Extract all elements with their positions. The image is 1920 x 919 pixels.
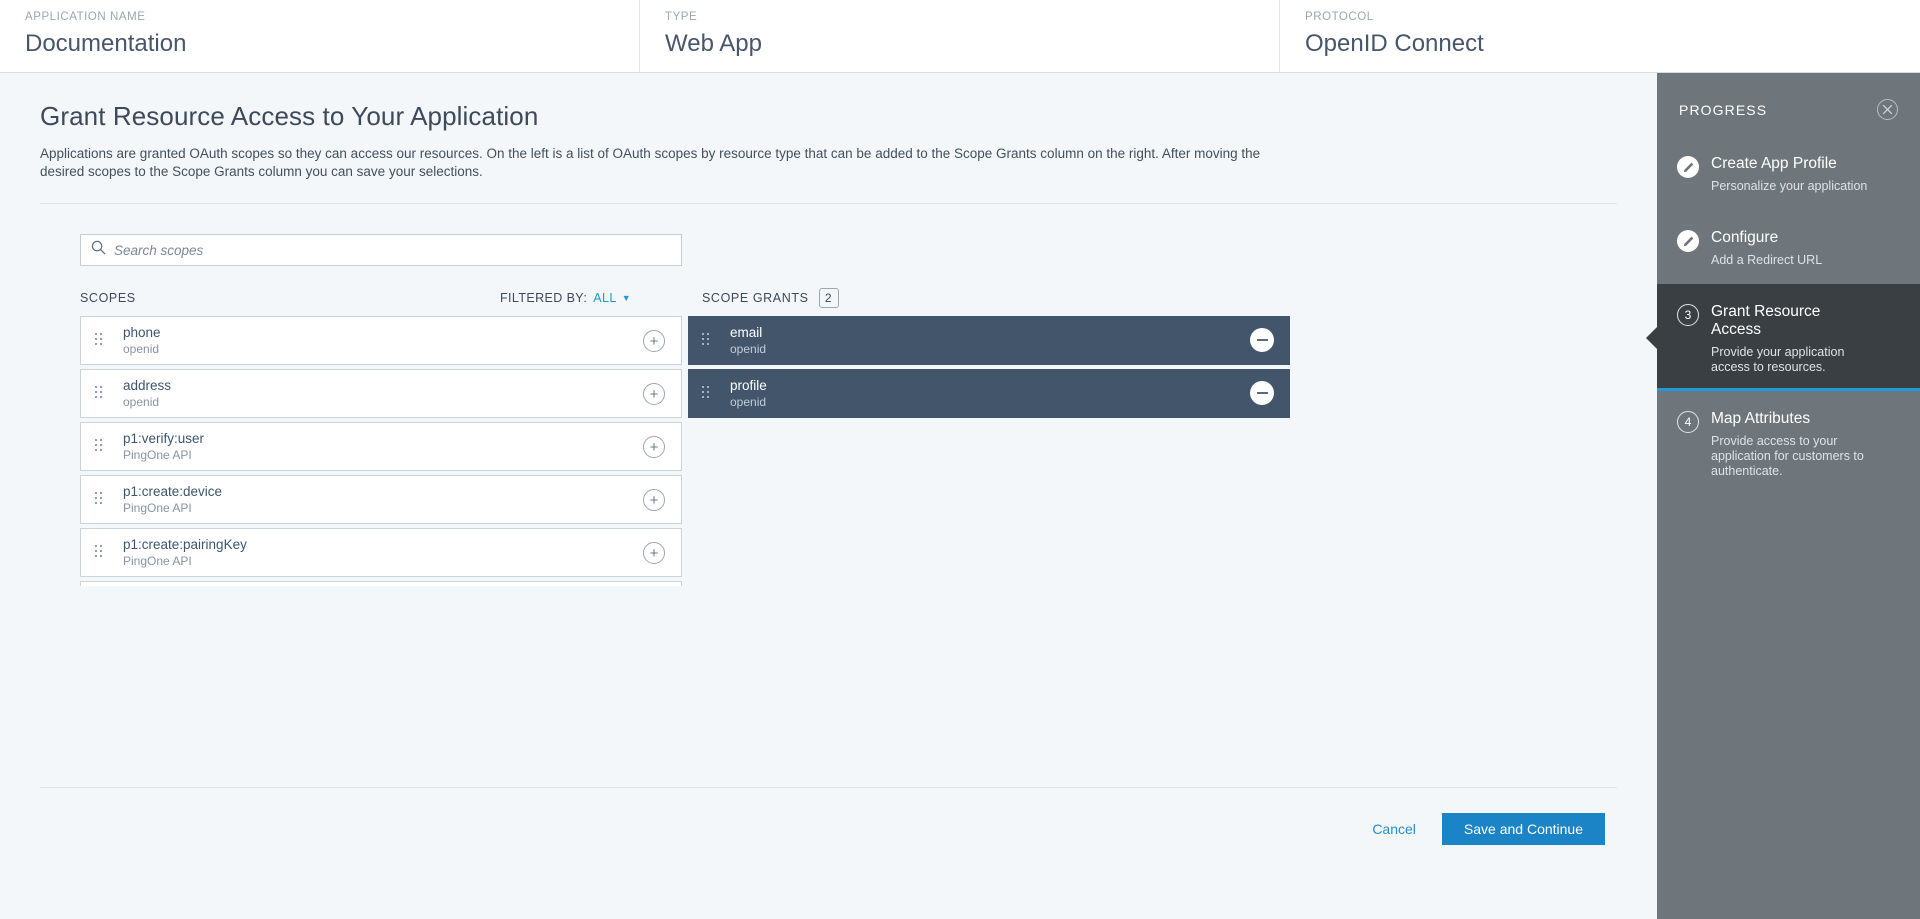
list-item[interactable]: profile openid xyxy=(688,369,1290,418)
page-title: Grant Resource Access to Your Applicatio… xyxy=(40,101,1617,132)
page-header: Grant Resource Access to Your Applicatio… xyxy=(0,73,1657,181)
step-description: Personalize your application xyxy=(1711,179,1867,194)
type-label: TYPE xyxy=(665,11,1279,23)
remove-scope-button[interactable] xyxy=(1250,328,1274,352)
progress-step-configure[interactable]: Configure Add a Redirect URL xyxy=(1657,210,1920,284)
list-item[interactable]: p1:delete:device PingOne API + xyxy=(80,581,682,586)
step-name: Grant Resource Access xyxy=(1711,303,1851,339)
drag-handle-icon[interactable] xyxy=(95,439,107,455)
scope-resource: PingOne API xyxy=(123,554,681,569)
grant-name: email xyxy=(730,325,1290,341)
add-scope-button[interactable]: + xyxy=(643,542,665,564)
grant-resource: openid xyxy=(730,395,1290,410)
application-summary-bar: APPLICATION NAME Documentation TYPE Web … xyxy=(0,0,1920,73)
application-name-label: APPLICATION NAME xyxy=(25,11,639,23)
protocol-value: OpenID Connect xyxy=(1305,30,1920,58)
drag-handle-icon[interactable] xyxy=(95,386,107,402)
scope-grants-list[interactable]: email openid profile openid xyxy=(688,316,1290,586)
list-item[interactable]: address openid + xyxy=(80,369,682,418)
close-icon[interactable] xyxy=(1877,99,1898,120)
scopes-column-label: SCOPES xyxy=(80,291,500,305)
search-area xyxy=(0,204,1657,266)
scope-resource: PingOne API xyxy=(123,501,681,516)
available-scopes-list[interactable]: phone openid + address openid + xyxy=(80,316,682,586)
summary-cell-protocol: PROTOCOL OpenID Connect xyxy=(1280,0,1920,72)
minus-icon xyxy=(1257,339,1268,341)
summary-cell-type: TYPE Web App xyxy=(640,0,1280,72)
scope-resource: PingOne API xyxy=(123,448,681,463)
step-name: Configure xyxy=(1711,229,1822,247)
progress-step-create-app-profile[interactable]: Create App Profile Personalize your appl… xyxy=(1657,136,1920,210)
step-description: Provide access to your application for c… xyxy=(1711,434,1886,479)
search-scopes-box[interactable] xyxy=(80,234,682,266)
step-number-badge: 3 xyxy=(1677,304,1699,326)
step-number-badge: 4 xyxy=(1677,411,1699,433)
filter-value[interactable]: ALL xyxy=(593,291,616,305)
scope-grants-count-badge: 2 xyxy=(819,288,839,308)
progress-sidebar: PROGRESS Create App Profile Personalize … xyxy=(1657,73,1920,919)
progress-step-map-attributes[interactable]: 4 Map Attributes Provide access to your … xyxy=(1657,391,1920,495)
progress-title: PROGRESS xyxy=(1679,102,1767,118)
type-value: Web App xyxy=(665,30,1279,58)
page-description: Applications are granted OAuth scopes so… xyxy=(40,145,1290,181)
search-icon xyxy=(91,240,114,260)
save-and-continue-button[interactable]: Save and Continue xyxy=(1442,813,1605,845)
drag-handle-icon[interactable] xyxy=(702,386,714,402)
minus-icon xyxy=(1257,392,1268,394)
footer-actions: Cancel Save and Continue xyxy=(1372,813,1605,845)
scope-grants-column-label: SCOPE GRANTS 2 xyxy=(702,288,839,308)
progress-header: PROGRESS xyxy=(1657,73,1920,120)
step-description: Add a Redirect URL xyxy=(1711,253,1822,268)
list-item[interactable]: p1:create:device PingOne API + xyxy=(80,475,682,524)
filtered-by-label: FILTERED BY: xyxy=(500,291,587,305)
scope-resource: openid xyxy=(123,342,681,357)
scope-name: p1:verify:user xyxy=(123,431,681,447)
protocol-label: PROTOCOL xyxy=(1305,11,1920,23)
pencil-icon xyxy=(1677,230,1699,252)
scope-grants-text: SCOPE GRANTS xyxy=(702,291,809,305)
application-name-value: Documentation xyxy=(25,30,639,58)
chevron-down-icon[interactable]: ▼ xyxy=(622,294,631,303)
list-item[interactable]: p1:create:pairingKey PingOne API + xyxy=(80,528,682,577)
list-item[interactable]: phone openid + xyxy=(80,316,682,365)
remove-scope-button[interactable] xyxy=(1250,381,1274,405)
add-scope-button[interactable]: + xyxy=(643,383,665,405)
summary-cell-application-name: APPLICATION NAME Documentation xyxy=(0,0,640,72)
scope-name: phone xyxy=(123,325,681,341)
grant-resource: openid xyxy=(730,342,1290,357)
search-input[interactable] xyxy=(114,243,671,258)
progress-step-grant-resource-access[interactable]: 3 Grant Resource Access Provide your app… xyxy=(1657,284,1920,391)
add-scope-button[interactable]: + xyxy=(643,489,665,511)
column-headers: SCOPES FILTERED BY: ALL ▼ SCOPE GRANTS 2 xyxy=(0,266,1657,308)
step-name: Create App Profile xyxy=(1711,155,1867,173)
scope-name: address xyxy=(123,378,681,394)
cancel-button[interactable]: Cancel xyxy=(1372,821,1416,837)
list-item[interactable]: p1:verify:user PingOne API + xyxy=(80,422,682,471)
scope-name: p1:create:device xyxy=(123,484,681,500)
grant-name: profile xyxy=(730,378,1290,394)
filter-control[interactable]: FILTERED BY: ALL ▼ xyxy=(500,291,682,305)
main-content: Grant Resource Access to Your Applicatio… xyxy=(0,73,1657,919)
step-name: Map Attributes xyxy=(1711,410,1886,428)
add-scope-button[interactable]: + xyxy=(643,436,665,458)
scope-lists: phone openid + address openid + xyxy=(0,316,1657,586)
drag-handle-icon[interactable] xyxy=(95,333,107,349)
step-description: Provide your application access to resou… xyxy=(1711,345,1886,375)
scope-resource: openid xyxy=(123,395,681,410)
list-item[interactable]: email openid xyxy=(688,316,1290,365)
footer-divider xyxy=(40,787,1617,788)
add-scope-button[interactable]: + xyxy=(643,330,665,352)
pencil-icon xyxy=(1677,156,1699,178)
drag-handle-icon[interactable] xyxy=(95,545,107,561)
scope-name: p1:create:pairingKey xyxy=(123,537,681,553)
drag-handle-icon[interactable] xyxy=(95,492,107,508)
drag-handle-icon[interactable] xyxy=(702,333,714,349)
